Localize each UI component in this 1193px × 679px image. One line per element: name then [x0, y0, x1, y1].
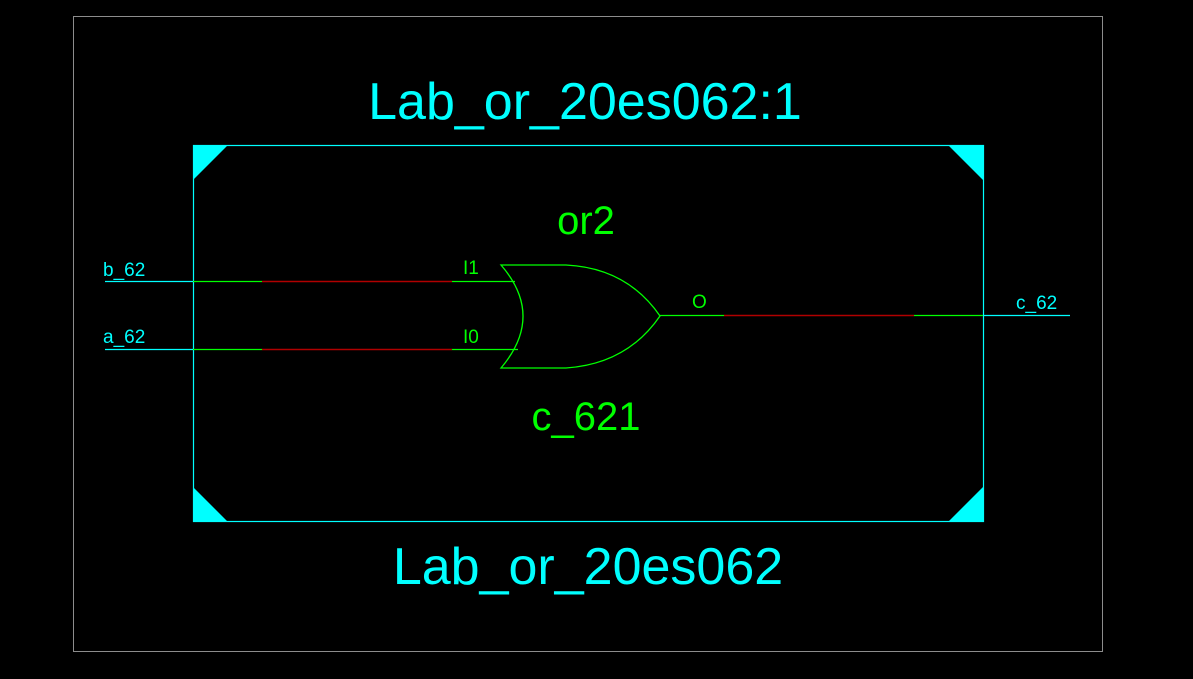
output-port-c[interactable]: c_62: [983, 293, 1070, 317]
port-label-a: a_62: [103, 327, 145, 348]
pin-label-o: O: [692, 292, 707, 313]
port-label-c: c_62: [1016, 293, 1057, 314]
module-name-label: Lab_or_20es062: [393, 538, 783, 596]
gate-type-label: or2: [557, 199, 615, 243]
instance-name-label: Lab_or_20es062:1: [368, 73, 802, 131]
port-label-b: b_62: [103, 260, 145, 281]
module-corner-marker: [193, 145, 228, 180]
module-corner-marker: [948, 145, 983, 180]
input-port-b[interactable]: b_62: [103, 260, 193, 283]
or-gate[interactable]: or2 c_621 I1 I0 O: [463, 199, 707, 439]
input-port-a[interactable]: a_62: [103, 327, 193, 351]
schematic-canvas: Lab_or_20es062:1 Lab_or_20es062 b_62 a_6…: [73, 16, 1103, 652]
gate-instance-label: c_621: [532, 395, 641, 439]
pin-label-i1: I1: [463, 258, 479, 279]
module-corner-marker: [193, 487, 228, 522]
module-corner-marker: [948, 487, 983, 522]
pin-label-i0: I0: [463, 327, 479, 348]
